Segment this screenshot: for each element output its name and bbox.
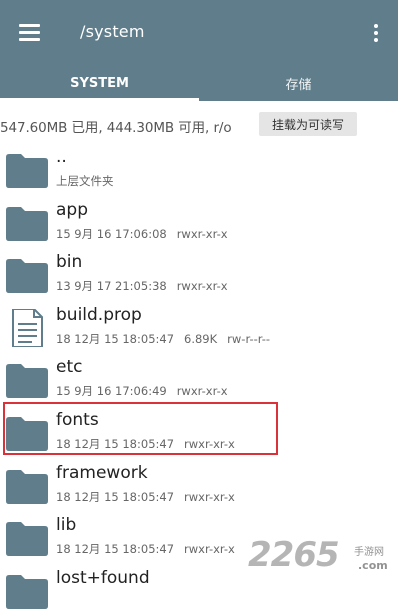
file-meta-field: rwxr-xr-x xyxy=(176,226,228,241)
storage-info-bar: 547.60MB 已用, 444.30MB 可用, r/o 挂载为可读写 xyxy=(0,110,398,138)
file-row[interactable]: bin 13 9月 17 21:05:38 rwxr-xr-x xyxy=(0,246,398,299)
more-vertical-dot xyxy=(374,31,378,35)
file-meta: 上层文件夹 xyxy=(56,173,124,189)
menu-icon xyxy=(19,24,40,27)
tab-system[interactable]: SYSTEM xyxy=(0,65,199,101)
tab-indicator xyxy=(0,98,199,101)
file-meta-field: 15 9月 16 17:06:08 xyxy=(56,226,167,241)
file-name: framework xyxy=(56,462,148,483)
folder-icon xyxy=(4,361,50,399)
file-meta: 13 9月 17 21:05:38 rwxr-xr-x xyxy=(56,278,238,294)
file-name: fonts xyxy=(56,409,99,430)
file-row[interactable]: build.prop 18 12月 15 18:05:47 6.89K rw-r--r… xyxy=(0,299,398,352)
file-row[interactable]: app 15 9月 16 17:06:08 rwxr-xr-x xyxy=(0,194,398,247)
menu-icon-bar xyxy=(19,38,40,41)
file-meta-field: 18 12月 15 18:05:47 xyxy=(56,489,175,504)
file-name: lib xyxy=(56,515,77,536)
file-meta-field: rwxr-xr-x xyxy=(184,542,235,557)
menu-button[interactable] xyxy=(16,18,46,48)
file-name: etc xyxy=(56,357,83,378)
folder-icon xyxy=(4,256,50,294)
file-meta: 18 12月 15 18:05:47 rwxr-xr-x xyxy=(56,436,245,452)
folder-icon xyxy=(4,572,50,610)
file-meta: 18 12月 15 18:05:47 rwxr-xr-x xyxy=(56,541,245,557)
watermark-logo: 2265 手游网 .com xyxy=(248,535,398,585)
watermark-site: 手游网 xyxy=(354,547,384,558)
overflow-menu-button[interactable] xyxy=(366,18,386,48)
page-title: /system xyxy=(80,22,145,41)
file-meta-field: 18 12月 15 18:05:47 xyxy=(56,542,175,557)
watermark-digits: 2265 xyxy=(248,535,340,575)
tab-storage[interactable]: 存储 xyxy=(199,65,398,101)
file-meta: 18 12月 15 18:05:47 6.89K rw-r--r-- xyxy=(56,331,280,347)
file-meta-field: rw-r--r-- xyxy=(227,331,271,346)
file-meta-field: rwxr-xr-x xyxy=(184,489,235,504)
storage-usage-text: 547.60MB 已用, 444.30MB 可用, r/o xyxy=(0,120,232,136)
more-vertical-icon xyxy=(374,24,378,28)
folder-icon xyxy=(4,204,50,242)
file-meta-field: 18 12月 15 18:05:47 xyxy=(56,331,175,346)
file-name: .. xyxy=(56,147,67,167)
file-name: lost+found xyxy=(56,567,150,588)
file-meta-field: 13 9月 17 21:05:38 xyxy=(56,279,167,294)
file-meta-field: 18 12月 15 18:05:47 xyxy=(56,436,175,451)
file-name: bin xyxy=(56,252,83,273)
file-meta-field: rwxr-xr-x xyxy=(176,279,228,294)
file-meta: 15 9月 16 17:06:08 rwxr-xr-x xyxy=(56,226,238,242)
file-name: app xyxy=(56,199,88,220)
file-row[interactable]: .. 上层文件夹 xyxy=(0,141,398,194)
file-meta: 18 12月 15 18:05:47 rwxr-xr-x xyxy=(56,489,245,505)
file-row[interactable]: etc 15 9月 16 17:06:49 rwxr-xr-x xyxy=(0,351,398,404)
watermark-domain: .com xyxy=(358,559,388,572)
file-meta-field: rwxr-xr-x xyxy=(184,436,235,451)
file-name: build.prop xyxy=(56,304,142,325)
folder-icon xyxy=(4,467,50,505)
mount-rw-button[interactable]: 挂载为可读写 xyxy=(259,112,357,136)
file-row[interactable]: fonts 18 12月 15 18:05:47 rwxr-xr-x xyxy=(0,404,398,457)
file-meta: 15 9月 16 17:06:49 rwxr-xr-x xyxy=(56,383,238,399)
file-meta-field: 15 9月 16 17:06:49 xyxy=(56,384,167,399)
file-row[interactable]: framework 18 12月 15 18:05:47 rwxr-xr-x xyxy=(0,457,398,510)
menu-icon-bar xyxy=(19,31,40,34)
app-bar: /system SYSTEM 存储 xyxy=(0,0,398,101)
folder-icon xyxy=(4,519,50,557)
folder-icon xyxy=(4,414,50,452)
more-vertical-dot xyxy=(374,38,378,42)
file-meta-field: 6.89K xyxy=(184,331,218,346)
file-meta-field: 上层文件夹 xyxy=(56,174,114,188)
file-meta-field: rwxr-xr-x xyxy=(176,384,228,399)
document-icon xyxy=(4,307,50,348)
folder-icon xyxy=(4,151,50,189)
